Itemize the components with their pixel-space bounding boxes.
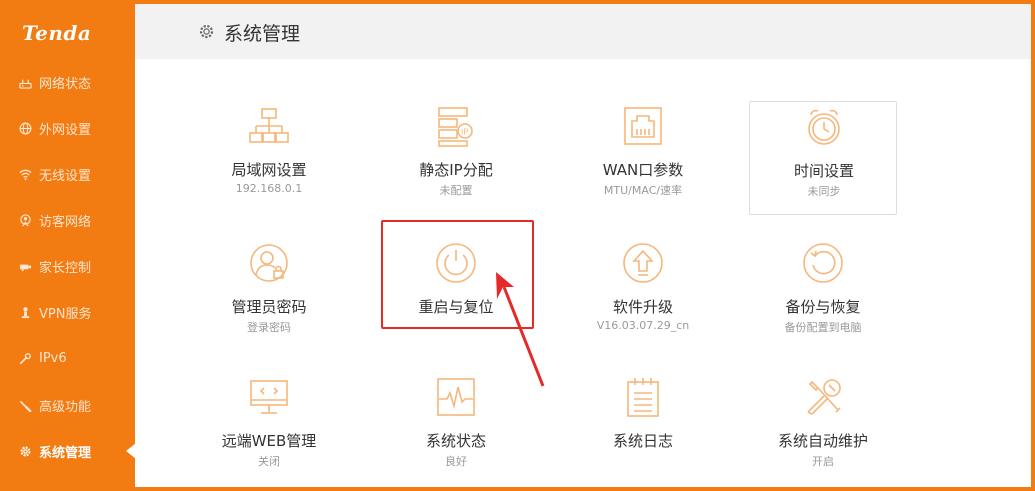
tile-software-upgrade[interactable]: 软件升级 V16.03.07.29_cn bbox=[569, 238, 717, 352]
sidebar: Tenda 网络状态 外网设置 无线设置 访客网络 家长控制 VPN服务 IPv… bbox=[4, 4, 136, 487]
tile-label: 系统日志 bbox=[612, 432, 673, 450]
tile-admin-password[interactable]: 管理员密码 登录密码 bbox=[195, 238, 343, 352]
network-status-icon bbox=[18, 75, 32, 89]
sidebar-item-vpn[interactable]: VPN服务 bbox=[4, 292, 135, 332]
wrench-icon bbox=[18, 351, 32, 365]
system-status-icon bbox=[435, 376, 477, 418]
sidebar-item-label: 高级功能 bbox=[39, 399, 92, 415]
static-ip-icon: IP bbox=[435, 105, 477, 147]
sidebar-item-wan-settings[interactable]: 外网设置 bbox=[4, 108, 135, 148]
sidebar-item-label: 系统管理 bbox=[39, 445, 92, 461]
tile-label: 系统自动维护 bbox=[777, 432, 868, 450]
tile-label: WAN口参数 bbox=[602, 161, 684, 179]
tile-wan-params[interactable]: WAN口参数 MTU/MAC/速率 bbox=[569, 101, 717, 215]
gear-icon bbox=[198, 23, 215, 40]
active-indicator bbox=[126, 443, 136, 459]
tile-sub: 未同步 bbox=[807, 185, 841, 198]
lan-tree-icon bbox=[248, 105, 290, 147]
annotation-highlight-box bbox=[381, 220, 534, 329]
sidebar-item-system-management[interactable]: 系统管理 bbox=[4, 431, 136, 471]
sidebar-item-parental-control[interactable]: 家长控制 bbox=[4, 246, 135, 286]
tile-label: 备份与恢复 bbox=[785, 298, 861, 316]
sidebar-item-label: 网络状态 bbox=[39, 76, 92, 92]
wan-port-icon bbox=[622, 105, 664, 147]
tile-sub: 良好 bbox=[445, 455, 467, 468]
app-frame: Tenda 网络状态 外网设置 无线设置 访客网络 家长控制 VPN服务 IPv… bbox=[4, 4, 1031, 487]
tile-sub: 192.168.0.1 bbox=[235, 182, 303, 195]
tile-label: 管理员密码 bbox=[231, 298, 307, 316]
tile-sub: MTU/MAC/速率 bbox=[603, 184, 683, 197]
sidebar-item-network-status[interactable]: 网络状态 bbox=[4, 62, 135, 102]
tile-label: 远端WEB管理 bbox=[221, 432, 317, 450]
sidebar-item-label: VPN服务 bbox=[39, 306, 92, 322]
tile-remote-web[interactable]: 远端WEB管理 关闭 bbox=[195, 372, 343, 486]
remote-web-icon bbox=[248, 376, 290, 418]
tile-label: 局域网设置 bbox=[231, 161, 307, 179]
tile-sub: V16.03.07.29_cn bbox=[596, 319, 690, 332]
tile-system-log[interactable]: 系统日志 bbox=[569, 372, 717, 486]
gear-icon bbox=[18, 444, 32, 458]
system-log-icon bbox=[622, 376, 664, 418]
sidebar-item-label: 家长控制 bbox=[39, 260, 92, 276]
wrench-icon bbox=[18, 398, 32, 412]
sidebar-item-advanced[interactable]: 高级功能 bbox=[4, 385, 135, 425]
upgrade-icon bbox=[622, 242, 664, 284]
tools-icon bbox=[802, 376, 844, 418]
tile-label: 时间设置 bbox=[793, 162, 854, 180]
page-title: 系统管理 bbox=[224, 23, 301, 45]
tile-sub: 备份配置到电脑 bbox=[784, 321, 862, 334]
tile-sub: 未配置 bbox=[439, 184, 473, 197]
sidebar-item-label: IPv6 bbox=[39, 350, 67, 366]
tile-sub: 开启 bbox=[812, 455, 834, 468]
tile-backup-restore[interactable]: 备份与恢复 备份配置到电脑 bbox=[749, 238, 897, 352]
tile-sub: 关闭 bbox=[258, 455, 280, 468]
sidebar-item-guest-network[interactable]: 访客网络 bbox=[4, 200, 135, 240]
sidebar-item-label: 外网设置 bbox=[39, 122, 92, 138]
guest-network-icon bbox=[18, 213, 32, 227]
page-header: 系统管理 bbox=[135, 4, 1031, 59]
tile-time-settings[interactable]: 时间设置 未同步 bbox=[749, 101, 897, 215]
tile-label: 系统状态 bbox=[425, 432, 486, 450]
tile-label: 软件升级 bbox=[612, 298, 673, 316]
vpn-icon bbox=[18, 305, 32, 319]
tile-auto-maintenance[interactable]: 系统自动维护 开启 bbox=[749, 372, 897, 486]
wifi-icon bbox=[18, 167, 32, 181]
globe-icon bbox=[18, 121, 32, 135]
admin-lock-icon bbox=[248, 242, 290, 284]
alarm-clock-icon bbox=[803, 106, 845, 148]
tile-static-ip[interactable]: IP 静态IP分配 未配置 bbox=[382, 101, 530, 215]
sidebar-item-label: 访客网络 bbox=[39, 214, 92, 230]
sidebar-item-wireless[interactable]: 无线设置 bbox=[4, 154, 135, 194]
tile-sub: 登录密码 bbox=[247, 321, 291, 334]
tile-label: 静态IP分配 bbox=[419, 161, 493, 179]
restore-icon bbox=[802, 242, 844, 284]
sidebar-item-label: 无线设置 bbox=[39, 168, 92, 184]
tenda-logo: Tenda bbox=[22, 21, 92, 45]
tile-system-status[interactable]: 系统状态 良好 bbox=[382, 372, 530, 486]
sidebar-item-ipv6[interactable]: IPv6 bbox=[4, 338, 135, 378]
tile-lan-settings[interactable]: 局域网设置 192.168.0.1 bbox=[195, 101, 343, 215]
svg-text:IP: IP bbox=[461, 128, 468, 137]
parental-control-icon bbox=[18, 259, 32, 273]
